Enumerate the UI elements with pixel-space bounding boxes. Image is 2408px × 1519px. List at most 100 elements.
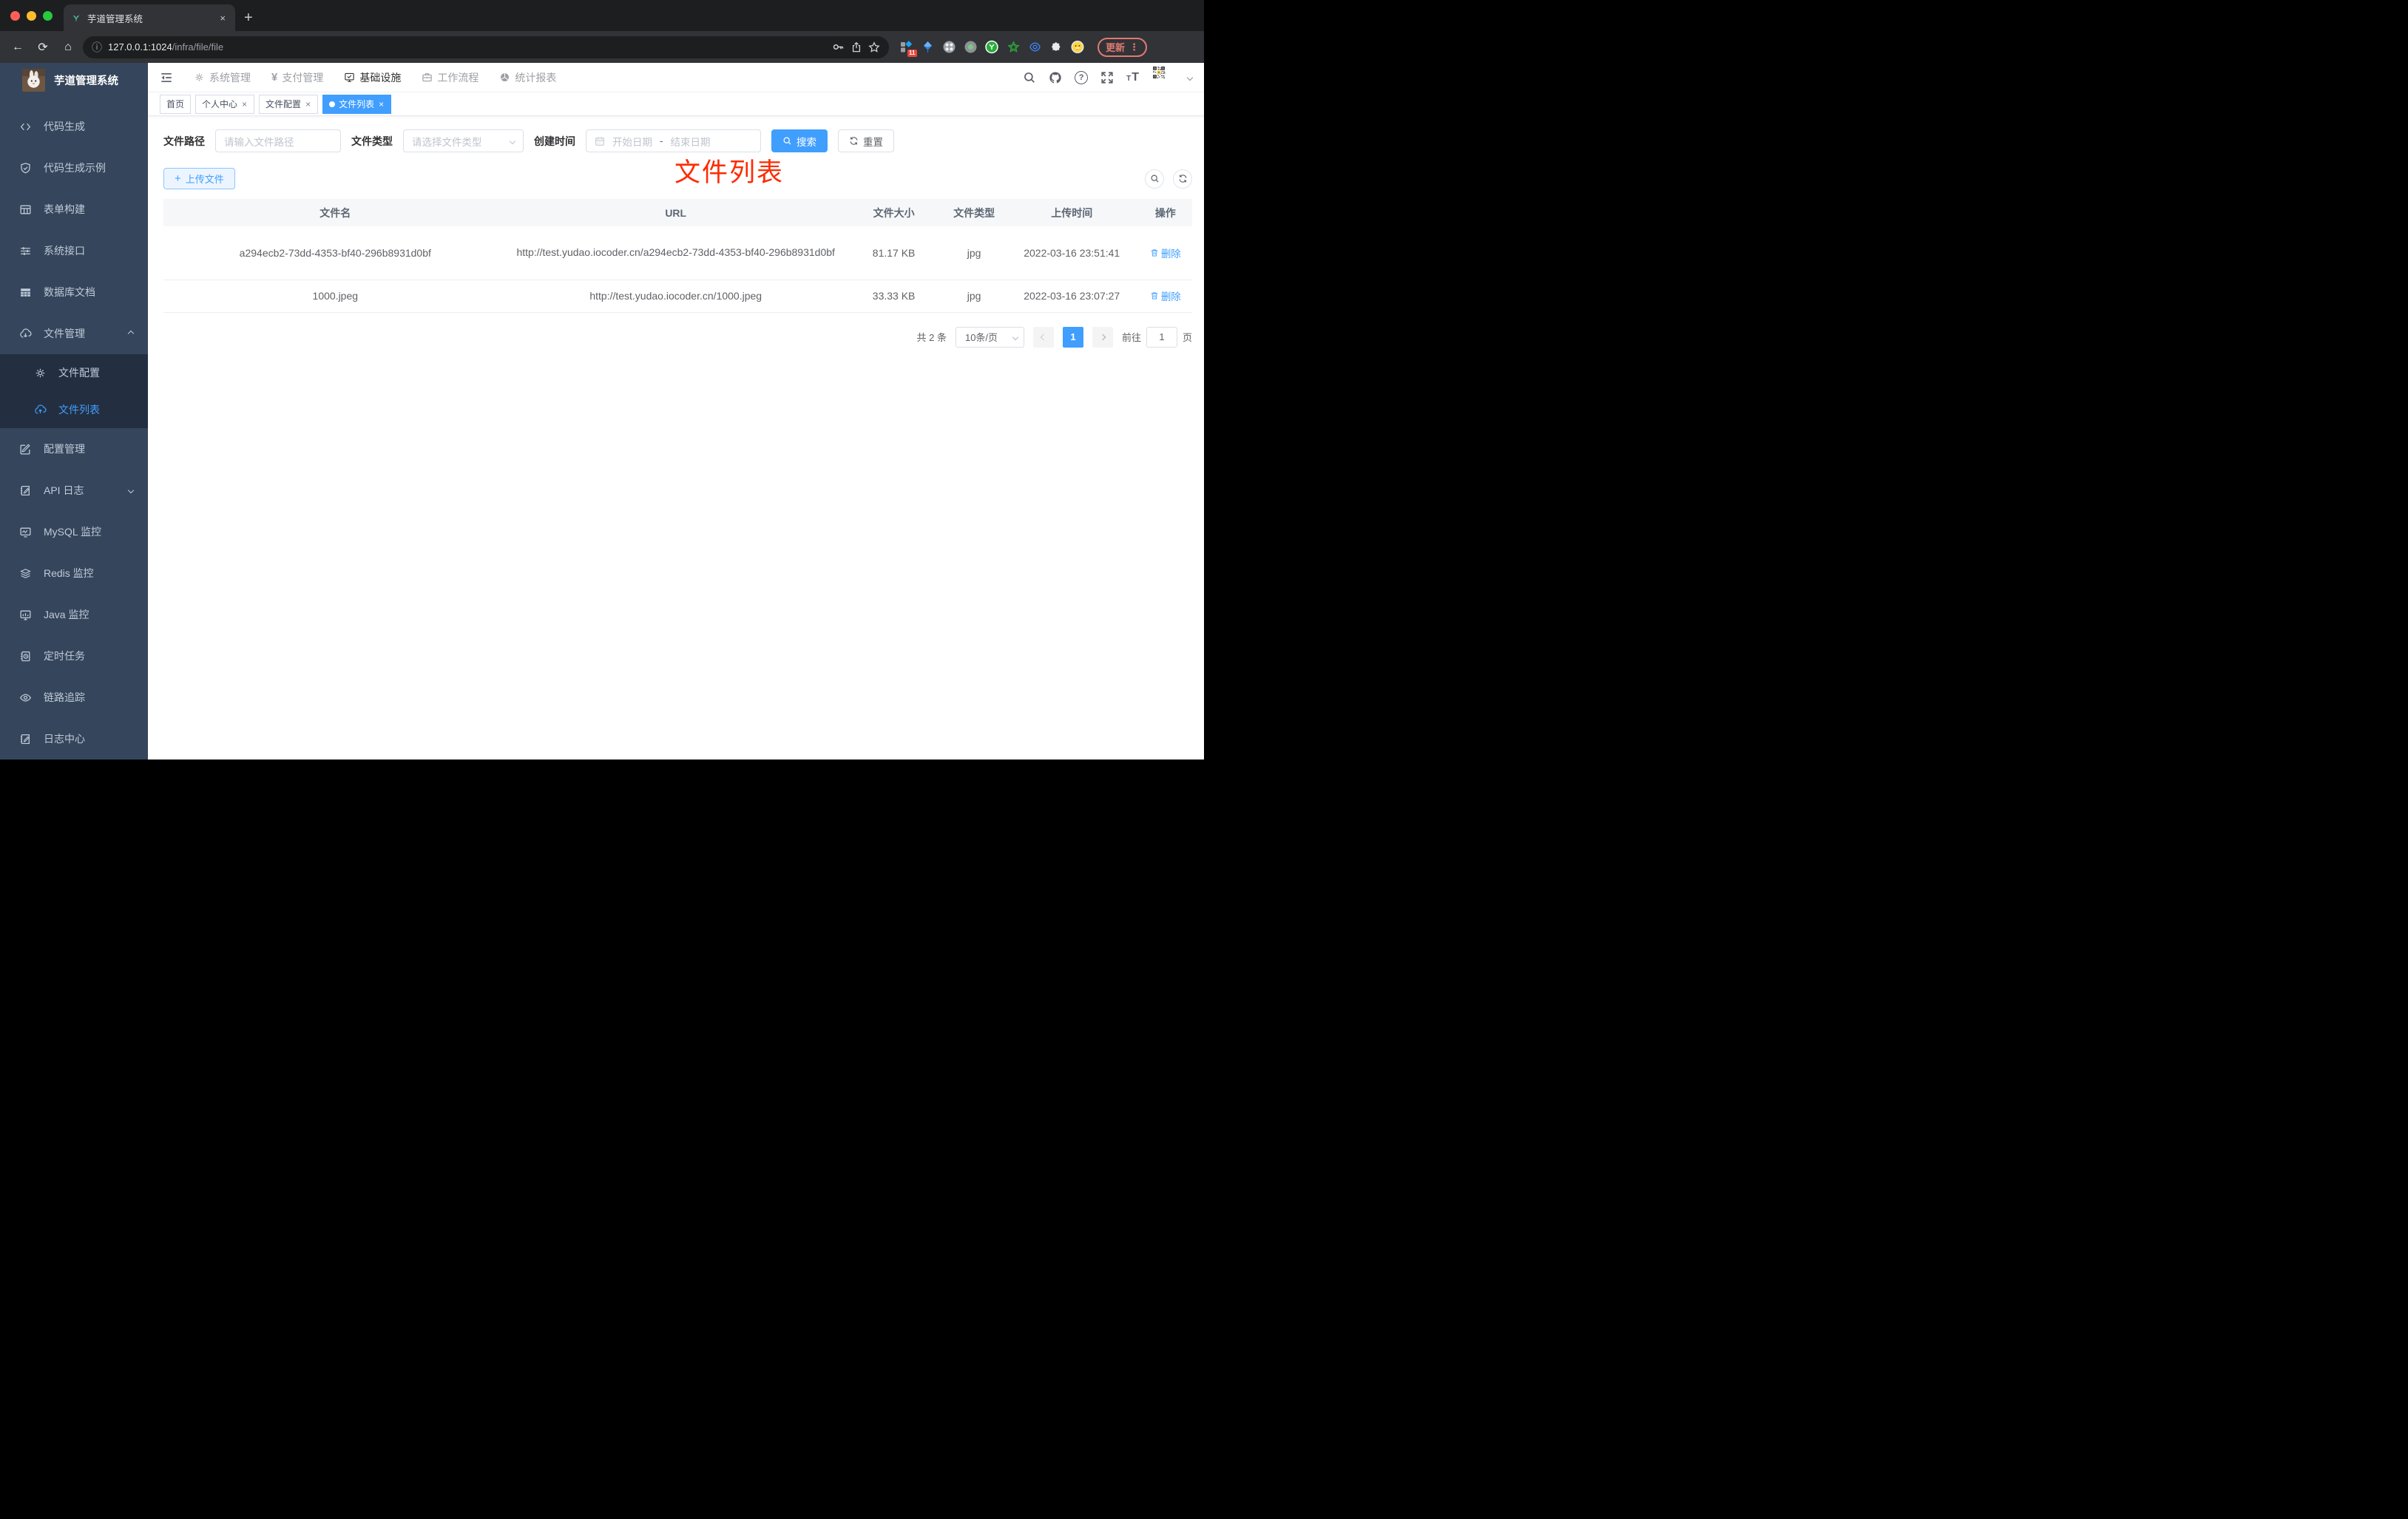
upload-file-button[interactable]: + 上传文件 <box>163 168 235 189</box>
plus-icon: + <box>175 172 181 185</box>
search-button[interactable]: 搜索 <box>771 129 828 152</box>
sidebar-item-log-center[interactable]: 日志中心 <box>0 718 148 760</box>
tag-close-icon[interactable]: × <box>378 99 385 109</box>
topmenu-infrastructure[interactable]: 基础设施 <box>334 63 411 92</box>
refresh-table-button[interactable] <box>1173 169 1192 189</box>
minimize-window-button[interactable] <box>27 11 36 21</box>
topmenu-system[interactable]: 系统管理 <box>183 63 261 92</box>
sidebar-item-db-doc[interactable]: 数据库文档 <box>0 271 148 313</box>
sidebar-item-file-management[interactable]: 文件管理 <box>0 313 148 354</box>
file-type-label: 文件类型 <box>351 135 393 147</box>
url-text: 127.0.0.1:1024/infra/file/file <box>108 41 224 53</box>
browser-menu-kebab-icon[interactable]: ⋮ <box>1129 41 1139 53</box>
current-page-button[interactable]: 1 <box>1062 326 1083 348</box>
eye-extension-icon[interactable] <box>1028 41 1041 54</box>
sidebar-item-java-monitor[interactable]: Java 监控 <box>0 594 148 635</box>
page-size-select[interactable]: 10条/页 <box>955 326 1024 348</box>
delete-button[interactable]: 删除 <box>1150 246 1181 260</box>
tag-file-config[interactable]: 文件配置 × <box>259 94 319 114</box>
clover-extension-icon[interactable] <box>942 41 956 54</box>
log-edit-icon <box>19 484 32 497</box>
share-icon[interactable] <box>850 41 862 53</box>
star-extension-icon[interactable] <box>1007 41 1020 54</box>
sidebar-item-redis-monitor[interactable]: Redis 监控 <box>0 552 148 594</box>
sidebar-item-api-log[interactable]: API 日志 <box>0 470 148 511</box>
sidebar-item-scheduled-tasks[interactable]: 定时任务 <box>0 635 148 677</box>
chevron-right-icon <box>1099 334 1106 340</box>
monitor-icon <box>19 609 32 621</box>
puzzle-extensions-icon[interactable] <box>1049 41 1063 54</box>
reset-button[interactable]: 重置 <box>838 129 894 152</box>
github-icon[interactable] <box>1049 71 1062 84</box>
chevron-down-icon <box>1012 334 1019 340</box>
record-extension-icon[interactable] <box>964 41 977 54</box>
chrome-update-button[interactable]: 更新 ⋮ <box>1098 37 1148 57</box>
browser-chrome: 芋道管理系统 × + ← ⟳ ⌂ ⓘ 127.0.0.1:1024/infra/… <box>0 0 1204 63</box>
sidebar-item-config-management[interactable]: 配置管理 <box>0 428 148 470</box>
window-controls[interactable] <box>10 11 53 21</box>
search-icon[interactable] <box>1023 71 1036 84</box>
fullscreen-icon[interactable] <box>1100 71 1114 84</box>
sidebar-item-tracing[interactable]: 链路追踪 <box>0 677 148 718</box>
new-tab-button[interactable]: + <box>244 10 253 27</box>
home-icon[interactable]: ⌂ <box>58 41 78 54</box>
tag-close-icon[interactable]: × <box>241 99 248 109</box>
browser-tab[interactable]: 芋道管理系统 × <box>64 4 235 31</box>
monitor-check-icon <box>344 72 355 83</box>
favicon-leaf-icon <box>72 15 80 22</box>
extension-badge: 11 <box>907 49 917 57</box>
table-header-row: 文件名 URL 文件大小 文件类型 上传时间 操作 <box>163 199 1192 226</box>
next-page-button[interactable] <box>1092 326 1113 348</box>
date-range-picker[interactable]: 开始日期 - 结束日期 <box>586 129 761 152</box>
sidebar-item-code-demo[interactable]: 代码生成示例 <box>0 147 148 189</box>
avatar-caret-icon[interactable] <box>1186 74 1194 81</box>
goto-page-input[interactable] <box>1146 326 1177 348</box>
tag-close-icon[interactable]: × <box>305 99 311 109</box>
zoom-window-button[interactable] <box>43 11 53 21</box>
tags-view-bar: 首页 个人中心 × 文件配置 × 文件列表 × <box>148 92 1204 116</box>
font-size-icon[interactable]: TT <box>1126 71 1140 84</box>
gear-icon <box>34 367 47 379</box>
topmenu-workflow[interactable]: 工作流程 <box>411 63 489 92</box>
sidebar-item-file-config[interactable]: 文件配置 <box>0 354 148 391</box>
search-icon <box>782 136 792 146</box>
user-avatar-qr[interactable] <box>1152 66 1175 89</box>
sidebar-item-mysql-monitor[interactable]: MySQL 监控 <box>0 511 148 552</box>
app-logo[interactable]: 芋道管理系统 <box>0 63 148 97</box>
sidebar-collapse-icon[interactable] <box>160 71 173 84</box>
topmenu-payment[interactable]: ¥ 支付管理 <box>261 63 334 92</box>
tag-home[interactable]: 首页 <box>160 94 192 114</box>
create-time-label: 创建时间 <box>534 135 575 147</box>
tag-profile[interactable]: 个人中心 × <box>195 94 255 114</box>
kite-extension-icon[interactable] <box>921 41 934 54</box>
help-icon[interactable]: ? <box>1075 70 1089 84</box>
sidebar-item-code-generation[interactable]: 代码生成 <box>0 106 148 147</box>
emoji-profile-icon[interactable] <box>1071 40 1084 54</box>
file-path-input[interactable]: 请输入文件路径 <box>215 129 341 152</box>
site-info-icon[interactable]: ⓘ <box>92 40 102 55</box>
file-type-select[interactable]: 请选择文件类型 <box>403 129 524 152</box>
topmenu-report[interactable]: 统计报表 <box>489 63 567 92</box>
reload-icon[interactable]: ⟳ <box>33 40 53 55</box>
show-search-button[interactable] <box>1145 169 1164 189</box>
yudao-extension-icon[interactable] <box>985 40 998 54</box>
table-row: 1000.jpeg http://test.yudao.iocoder.cn/1… <box>163 280 1192 313</box>
sidebar-item-form-builder[interactable]: 表单构建 <box>0 189 148 230</box>
pagination: 共 2 条 10条/页 1 前往 页 <box>163 326 1192 348</box>
close-window-button[interactable] <box>10 11 20 21</box>
delete-button[interactable]: 删除 <box>1150 288 1181 303</box>
monitor-chart-icon <box>19 526 32 538</box>
tag-file-list[interactable]: 文件列表 × <box>322 94 392 114</box>
bookmark-star-icon[interactable] <box>868 41 880 53</box>
sidebar-item-system-api[interactable]: 系统接口 <box>0 230 148 271</box>
pinned-extension-icon[interactable]: 11 <box>899 41 917 57</box>
trash-icon <box>1150 291 1159 300</box>
sidebar-item-file-list[interactable]: 文件列表 <box>0 391 148 428</box>
yen-icon: ¥ <box>271 71 278 84</box>
back-icon[interactable]: ← <box>7 41 28 54</box>
app-title: 芋道管理系统 <box>54 75 118 87</box>
password-key-icon[interactable] <box>832 41 845 53</box>
address-bar[interactable]: ⓘ 127.0.0.1:1024/infra/file/file <box>83 35 889 58</box>
tab-close-icon[interactable]: × <box>217 13 228 24</box>
prev-page-button[interactable] <box>1032 326 1054 348</box>
